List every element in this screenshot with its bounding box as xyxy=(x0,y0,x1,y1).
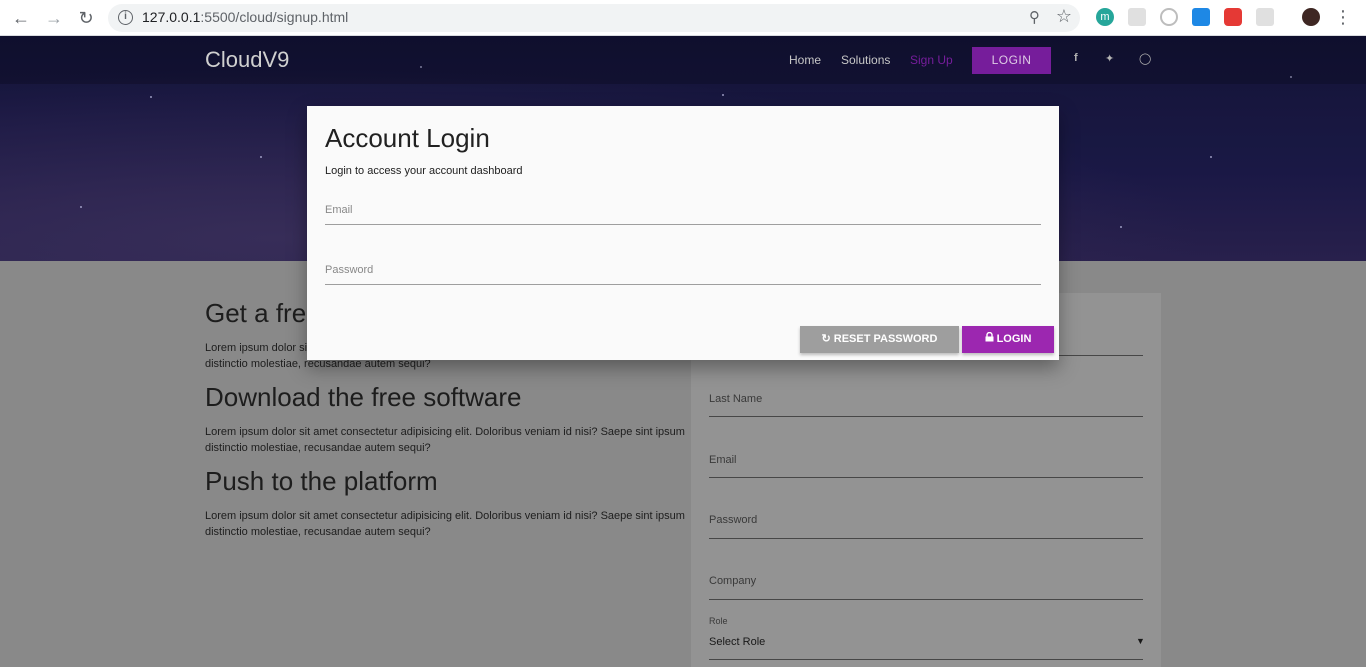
extension-screenshot-icon[interactable] xyxy=(1192,8,1210,26)
forward-icon[interactable]: → xyxy=(42,6,66,30)
refresh-icon: ↻ xyxy=(821,333,831,345)
extension-grid-icon[interactable] xyxy=(1128,8,1146,26)
reload-icon[interactable]: ↻ xyxy=(74,6,98,30)
address-bar[interactable]: i 127.0.0.1:5500/cloud/signup.html ⚲ ☆ xyxy=(108,4,1080,32)
modal-title: Account Login xyxy=(325,123,490,153)
lock-icon xyxy=(985,326,994,353)
zoom-icon[interactable]: ⚲ xyxy=(1029,8,1040,26)
url-text: 127.0.0.1:5500/cloud/signup.html xyxy=(142,9,349,25)
login-modal: Account Login Login to access your accou… xyxy=(307,106,1059,360)
modal-subtitle: Login to access your account dashboard xyxy=(325,165,523,177)
login-button-label: LOGIN xyxy=(996,333,1032,345)
reset-password-button[interactable]: ↻ RESET PASSWORD xyxy=(800,326,959,353)
back-icon[interactable]: ← xyxy=(9,6,33,30)
login-button[interactable]: LOGIN xyxy=(962,326,1054,353)
login-email-input[interactable] xyxy=(325,195,1041,224)
bookmark-star-icon[interactable]: ☆ xyxy=(1056,6,1072,27)
extension-target-icon[interactable] xyxy=(1160,8,1178,26)
profile-avatar[interactable] xyxy=(1302,8,1320,26)
browser-menu-icon[interactable]: ⋮ xyxy=(1334,6,1352,28)
lock-glyph xyxy=(985,331,994,342)
login-password-input[interactable] xyxy=(325,255,1041,284)
login-password-field xyxy=(325,255,1041,285)
extension-shield-icon[interactable] xyxy=(1224,8,1242,26)
site-info-icon[interactable]: i xyxy=(118,10,133,25)
extension-chat-icon[interactable] xyxy=(1256,8,1274,26)
extension-m-icon[interactable]: m xyxy=(1096,8,1114,26)
browser-toolbar: ← → ↻ i 127.0.0.1:5500/cloud/signup.html… xyxy=(0,0,1366,36)
login-email-field xyxy=(325,195,1041,225)
reset-password-label: RESET PASSWORD xyxy=(833,333,938,345)
